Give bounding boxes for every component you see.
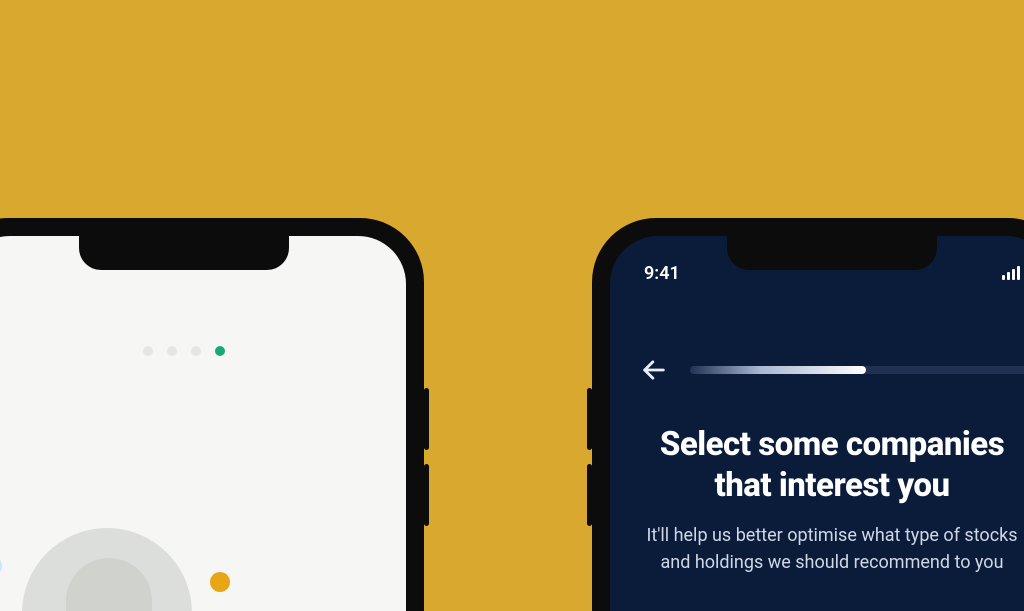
- onboarding-progress: [690, 366, 1024, 374]
- phone-side-button: [587, 388, 592, 450]
- decorative-dot-orange: [210, 572, 230, 592]
- page-title: Select some companies that interest you: [636, 424, 1024, 507]
- pager-dot[interactable]: [143, 346, 153, 356]
- phone-side-button: [424, 464, 429, 526]
- pager-dot[interactable]: [167, 346, 177, 356]
- pager-dots: [143, 346, 225, 356]
- status-time: 9:41: [644, 263, 680, 284]
- onboarding-progress-fill: [690, 366, 866, 374]
- phone-mock-right: 9:41 Select some companies that interest…: [592, 218, 1024, 611]
- phone-mock-left: [0, 218, 424, 611]
- nav-row: [610, 352, 1024, 388]
- back-button[interactable]: [636, 352, 672, 388]
- screen-right: 9:41 Select some companies that interest…: [610, 236, 1024, 611]
- pager-dot-active[interactable]: [215, 346, 225, 356]
- pager-dot[interactable]: [191, 346, 201, 356]
- arrow-left-icon: [640, 356, 668, 384]
- page-subtitle: It'll help us better optimise what type …: [640, 522, 1024, 576]
- signal-icon: [1002, 266, 1020, 280]
- decorative-dot-blue: [0, 556, 2, 576]
- phone-notch: [727, 236, 937, 270]
- phone-side-button: [424, 388, 429, 450]
- phone-notch: [79, 236, 289, 270]
- phone-side-button: [587, 464, 592, 526]
- screen-left: [0, 236, 406, 611]
